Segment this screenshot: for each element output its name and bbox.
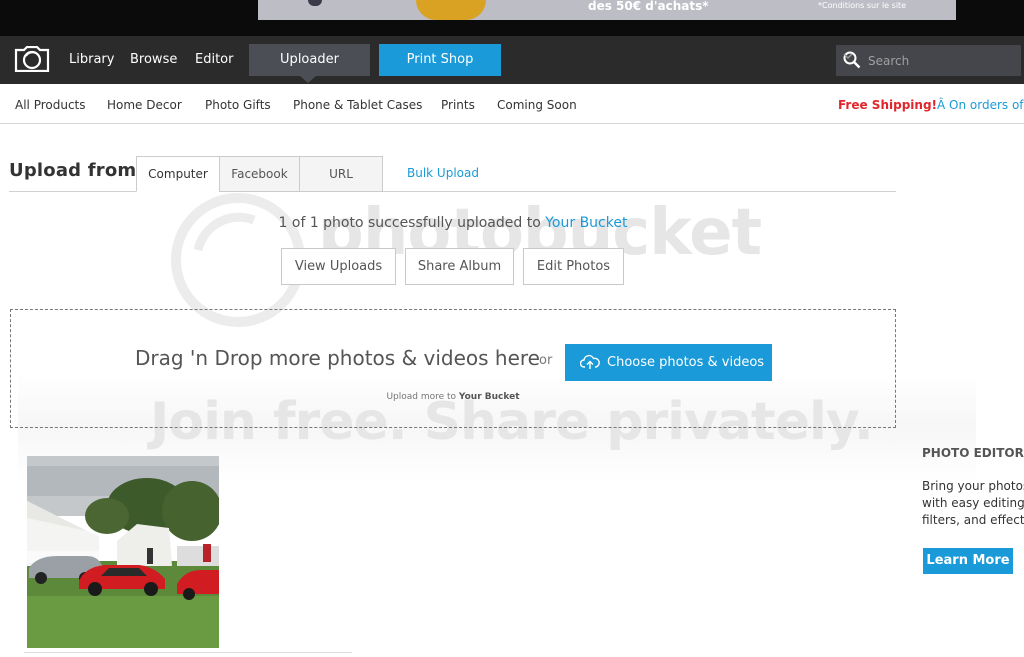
- uploaded-photo-thumbnail[interactable]: [27, 456, 219, 648]
- subnav-coming-soon[interactable]: Coming Soon: [497, 84, 577, 124]
- promo-description: Bring your photos with easy editing filt…: [922, 478, 1024, 529]
- free-shipping-label: Free Shipping!: [838, 98, 937, 112]
- thumbnail-divider: [24, 652, 352, 657]
- share-album-button[interactable]: Share Album: [405, 248, 514, 285]
- success-text: 1 of 1 photo successfully uploaded to: [278, 215, 546, 231]
- shop-subnav: All Products Home Decor Photo Gifts Phon…: [0, 84, 1024, 124]
- promo-line: filters, and effects: [922, 513, 1024, 527]
- car-show-photo: [27, 456, 219, 648]
- choose-photos-button[interactable]: Choose photos & videos: [565, 344, 772, 381]
- upload-more-prefix: Upload more to: [386, 392, 459, 402]
- promo-line: with easy editing: [922, 496, 1024, 510]
- view-uploads-button[interactable]: View Uploads: [281, 248, 396, 285]
- tab-facebook[interactable]: Facebook: [219, 156, 300, 192]
- ad-strip: des 50€ d'achats* *Conditions sur le sit…: [0, 0, 1024, 36]
- drag-drop-text: Drag 'n Drop more photos & videos here: [135, 346, 540, 370]
- search-box: [836, 45, 1021, 76]
- photobucket-logo-icon[interactable]: [14, 46, 50, 72]
- promo-line: Bring your photos: [922, 479, 1024, 493]
- free-shipping-details: Â On orders of $10: [937, 98, 1024, 112]
- subnav-all-products[interactable]: All Products: [15, 84, 86, 124]
- or-separator: or: [539, 353, 553, 368]
- nav-editor[interactable]: Editor: [195, 36, 233, 84]
- subnav-phone-cases[interactable]: Phone & Tablet Cases: [293, 84, 422, 124]
- subnav-photo-gifts[interactable]: Photo Gifts: [205, 84, 271, 124]
- ad-conditions: *Conditions sur le site: [818, 1, 907, 10]
- print-shop-button[interactable]: Print Shop: [379, 44, 501, 76]
- subnav-prints[interactable]: Prints: [441, 84, 475, 124]
- cloud-upload-icon: [580, 354, 600, 369]
- upload-success-message: 1 of 1 photo successfully uploaded to Yo…: [0, 215, 906, 231]
- promo-title: PHOTO EDITOR: [922, 446, 1024, 460]
- nav-uploader-tab[interactable]: Uploader: [249, 44, 370, 76]
- upload-more-text: Upload more to Your Bucket: [0, 392, 906, 402]
- choose-photos-label: Choose photos & videos: [607, 355, 765, 370]
- bulk-upload-link[interactable]: Bulk Upload: [407, 166, 479, 180]
- learn-more-button[interactable]: Learn More: [923, 548, 1013, 574]
- top-navbar: Library Browse Editor Uploader Print Sho…: [0, 36, 1024, 84]
- ad-banner[interactable]: des 50€ d'achats* *Conditions sur le sit…: [258, 0, 956, 20]
- active-tab-pointer: [300, 76, 316, 83]
- nav-library[interactable]: Library: [69, 36, 114, 84]
- ad-text: des 50€ d'achats*: [588, 0, 709, 13]
- upload-more-target[interactable]: Your Bucket: [459, 392, 520, 402]
- upload-from-label: Upload from:: [9, 160, 144, 181]
- subnav-home-decor[interactable]: Home Decor: [107, 84, 182, 124]
- tab-url[interactable]: URL: [299, 156, 383, 192]
- chevron-down-icon[interactable]: [843, 51, 853, 61]
- ad-decoration: [308, 0, 322, 6]
- your-bucket-link[interactable]: Your Bucket: [545, 215, 627, 231]
- free-shipping-banner[interactable]: Free Shipping!Â On orders of $10: [838, 84, 1024, 124]
- search-input[interactable]: [866, 45, 996, 76]
- ad-figure-image: [416, 0, 486, 20]
- nav-browse[interactable]: Browse: [130, 36, 177, 84]
- tab-computer[interactable]: Computer: [136, 156, 220, 192]
- edit-photos-button[interactable]: Edit Photos: [523, 248, 624, 285]
